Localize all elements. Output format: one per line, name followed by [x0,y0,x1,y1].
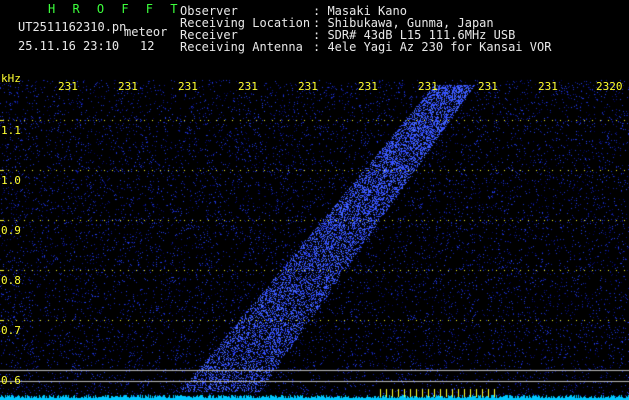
y-axis-unit: kHz [1,72,21,85]
info-value-antenna: : 4ele Yagi Az 230 for Kansai VOR [313,40,552,54]
app-title: H R O F F T [48,2,183,16]
info-label-antenna: Receiving Antenna [180,40,303,54]
x-tick: 231 [478,80,498,93]
echo-count: 12 [140,39,155,53]
x-tick: 231 [178,80,198,93]
x-tick: 231 [538,80,558,93]
x-tick: 231 [358,80,378,93]
file-name: UT2511162310.pn [18,20,127,34]
mode-label: meteor [124,25,168,39]
x-tick: 2320 [596,80,623,93]
y-tick: 0.6 [1,374,21,387]
y-tick: 1.1 [1,124,21,137]
x-tick: 231 [238,80,258,93]
spectrogram-canvas [0,0,629,400]
x-tick: 231 [418,80,438,93]
y-tick: 0.7 [1,324,21,337]
y-tick: 0.8 [1,274,21,287]
x-tick: 231 [298,80,318,93]
x-tick: 231 [118,80,138,93]
hrofft-window: H R O F F T UT2511162310.pn meteor 25.11… [0,0,629,400]
y-tick: 0.9 [1,224,21,237]
date-time: 25.11.16 23:10 [18,39,120,53]
y-tick: 1.0 [1,174,21,187]
x-tick: 231 [58,80,78,93]
